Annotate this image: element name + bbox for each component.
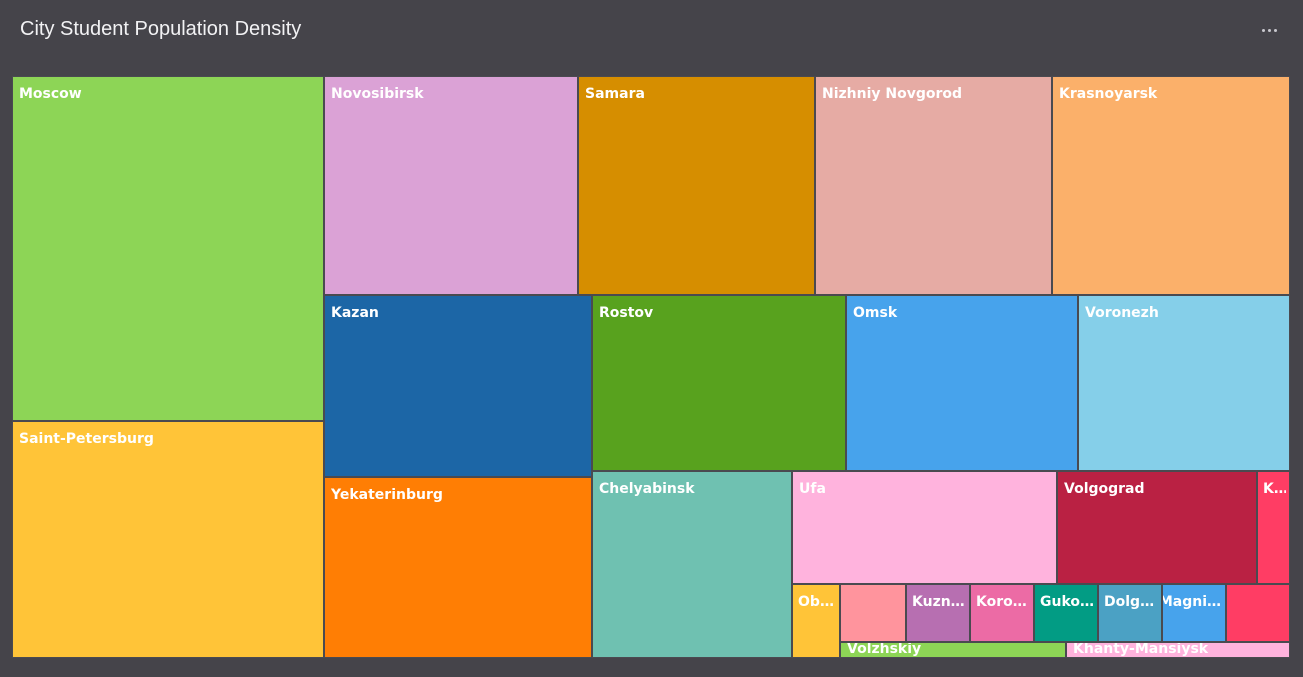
more-horizontal-icon[interactable]	[1257, 18, 1281, 42]
page-title: City Student Population Density	[20, 18, 302, 40]
treemap-tile-magni[interactable]: Magni…	[1162, 584, 1226, 642]
treemap-tile-guko[interactable]: Guko…	[1034, 584, 1098, 642]
tile-label: Dolgo…	[1104, 594, 1158, 610]
treemap-tile-novosibirsk[interactable]: Novosibirsk	[324, 76, 578, 295]
treemap-tile-saint-petersburg[interactable]: Saint-Petersburg	[12, 421, 324, 658]
tile-label: Khanty-Mansiysk	[1073, 642, 1209, 657]
tile-label: Yekaterinburg	[331, 487, 443, 503]
treemap-tile-samara[interactable]: Samara	[578, 76, 815, 295]
treemap-tile-korol[interactable]: Korol…	[970, 584, 1034, 642]
treemap-tile-kuzn[interactable]: Kuzn…	[906, 584, 970, 642]
tile-label: Guko…	[1040, 594, 1094, 610]
treemap-chart: Moscow Saint-Petersburg Novosibirsk Samara N…	[12, 76, 1290, 658]
treemap-tile-unlabeled-22[interactable]	[1226, 584, 1290, 642]
tile-label: Nizhniy Novgorod	[822, 86, 963, 102]
treemap-tile-volgograd[interactable]: Volgograd	[1057, 471, 1257, 584]
tile-label: Volzhskiy	[847, 642, 922, 657]
treemap-tile-k[interactable]: K…	[1257, 471, 1290, 584]
tile-label: Chelyabinsk	[599, 481, 695, 497]
treemap-tile-voronezh[interactable]: Voronezh	[1078, 295, 1290, 471]
treemap-tile-nizhniy-novgorod[interactable]: Nizhniy Novgorod	[815, 76, 1052, 295]
tile-label: Novosibirsk	[331, 86, 424, 102]
treemap-tile-moscow[interactable]: Moscow	[12, 76, 324, 421]
treemap-tile-dolgo[interactable]: Dolgo…	[1098, 584, 1162, 642]
tile-label: Korol…	[976, 594, 1030, 610]
treemap-tile-ufa[interactable]: Ufa	[792, 471, 1057, 584]
tile-label: Obn…	[798, 594, 836, 610]
tile-label: Krasnoyarsk	[1059, 86, 1158, 102]
tile-label: Kuzn…	[912, 594, 965, 610]
tile-label: Samara	[585, 86, 645, 102]
treemap-tile-krasnoyarsk[interactable]: Krasnoyarsk	[1052, 76, 1290, 295]
tile-label: Kazan	[331, 305, 379, 321]
tile-label: Omsk	[853, 305, 898, 321]
tile-label: Moscow	[19, 86, 82, 102]
chart-panel: City Student Population Density Moscow Sa…	[0, 0, 1303, 677]
tile-label: Ufa	[799, 481, 826, 497]
treemap-tile-rostov[interactable]: Rostov	[592, 295, 846, 471]
treemap-tile-kazan[interactable]: Kazan	[324, 295, 592, 477]
treemap-tile-volzhskiy[interactable]: Volzhskiy	[840, 642, 1066, 658]
treemap-tile-unlabeled-16[interactable]	[840, 584, 906, 642]
treemap-tile-khanty-mansiysk[interactable]: Khanty-Mansiysk	[1066, 642, 1290, 658]
tile-label: Voronezh	[1085, 305, 1159, 321]
treemap-tile-omsk[interactable]: Omsk	[846, 295, 1078, 471]
treemap-tile-chelyabinsk[interactable]: Chelyabinsk	[592, 471, 792, 658]
tile-label: Saint-Petersburg	[19, 431, 154, 447]
treemap-tile-obn[interactable]: Obn…	[792, 584, 840, 658]
tile-label: Volgograd	[1064, 481, 1145, 497]
treemap-tile-yekaterinburg[interactable]: Yekaterinburg	[324, 477, 592, 658]
tile-label: Magni…	[1162, 594, 1221, 610]
tile-label: K…	[1263, 481, 1286, 497]
tile-label: Rostov	[599, 305, 654, 321]
